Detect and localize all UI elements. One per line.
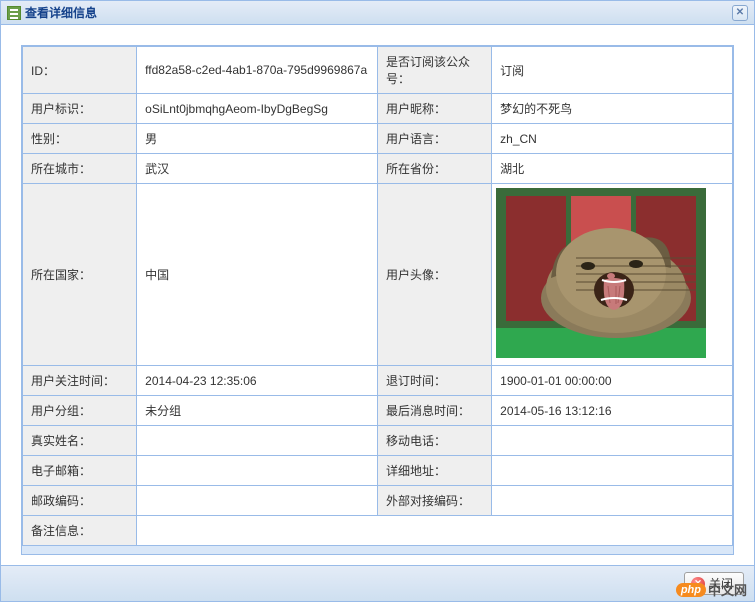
table-row: 性别： 男 用户语言： zh_CN: [23, 124, 733, 154]
value-external-code: [492, 486, 733, 516]
value-unsubscribe-time: 1900-01-01 00:00:00: [492, 366, 733, 396]
dialog-window: 查看详细信息 ✕ ID： ffd82a58-c2ed-4ab1-870a-795…: [0, 0, 755, 602]
detail-table: ID： ffd82a58-c2ed-4ab1-870a-795d9969867a…: [22, 46, 733, 546]
titlebar: 查看详细信息 ✕: [1, 1, 754, 25]
footer: ✕ 关闭: [1, 565, 754, 601]
label-address: 详细地址：: [377, 456, 491, 486]
table-row: 用户分组： 未分组 最后消息时间： 2014-05-16 13:12:16: [23, 396, 733, 426]
label-nickname: 用户昵称：: [377, 94, 491, 124]
label-email: 电子邮箱：: [23, 456, 137, 486]
avatar-image: [496, 188, 706, 358]
value-group: 未分组: [137, 396, 378, 426]
value-email: [137, 456, 378, 486]
watermark-badge: php: [676, 583, 706, 597]
value-mobile: [492, 426, 733, 456]
detail-panel: ID： ffd82a58-c2ed-4ab1-870a-795d9969867a…: [21, 45, 734, 555]
value-address: [492, 456, 733, 486]
label-openid: 用户标识：: [23, 94, 137, 124]
watermark-text: 中文网: [708, 580, 747, 599]
label-city: 所在城市：: [23, 154, 137, 184]
value-nickname: 梦幻的不死鸟: [492, 94, 733, 124]
label-avatar: 用户头像：: [377, 184, 491, 366]
value-subscribe-time: 2014-04-23 12:35:06: [137, 366, 378, 396]
label-gender: 性别：: [23, 124, 137, 154]
table-row: 真实姓名： 移动电话：: [23, 426, 733, 456]
label-mobile: 移动电话：: [377, 426, 491, 456]
label-external-code: 外部对接编码：: [377, 486, 491, 516]
value-avatar: [492, 184, 733, 366]
label-id: ID：: [23, 47, 137, 94]
table-row: 用户标识： oSiLnt0jbmqhgAeom-IbyDgBegSg 用户昵称：…: [23, 94, 733, 124]
label-last-msg-time: 最后消息时间：: [377, 396, 491, 426]
label-country: 所在国家：: [23, 184, 137, 366]
table-row: 备注信息：: [23, 516, 733, 546]
table-row: 电子邮箱： 详细地址：: [23, 456, 733, 486]
label-subscribe-time: 用户关注时间：: [23, 366, 137, 396]
value-language: zh_CN: [492, 124, 733, 154]
table-row: 邮政编码： 外部对接编码：: [23, 486, 733, 516]
label-province: 所在省份：: [377, 154, 491, 184]
content-area: ID： ffd82a58-c2ed-4ab1-870a-795d9969867a…: [1, 25, 754, 565]
table-row: 用户关注时间： 2014-04-23 12:35:06 退订时间： 1900-0…: [23, 366, 733, 396]
value-real-name: [137, 426, 378, 456]
label-remark: 备注信息：: [23, 516, 137, 546]
value-openid: oSiLnt0jbmqhgAeom-IbyDgBegSg: [137, 94, 378, 124]
value-city: 武汉: [137, 154, 378, 184]
label-unsubscribe-time: 退订时间：: [377, 366, 491, 396]
label-real-name: 真实姓名：: [23, 426, 137, 456]
label-group: 用户分组：: [23, 396, 137, 426]
detail-icon: [7, 6, 21, 20]
titlebar-left: 查看详细信息: [7, 4, 97, 21]
table-row: 所在城市： 武汉 所在省份： 湖北: [23, 154, 733, 184]
label-language: 用户语言：: [377, 124, 491, 154]
value-remark: [137, 516, 733, 546]
window-title: 查看详细信息: [25, 4, 97, 21]
table-row: 所在国家： 中国 用户头像：: [23, 184, 733, 366]
label-postcode: 邮政编码：: [23, 486, 137, 516]
value-last-msg-time: 2014-05-16 13:12:16: [492, 396, 733, 426]
value-postcode: [137, 486, 378, 516]
value-province: 湖北: [492, 154, 733, 184]
value-country: 中国: [137, 184, 378, 366]
value-id: ffd82a58-c2ed-4ab1-870a-795d9969867a: [137, 47, 378, 94]
value-gender: 男: [137, 124, 378, 154]
label-subscribed: 是否订阅该公众号：: [377, 47, 491, 94]
close-icon[interactable]: ✕: [732, 5, 748, 21]
watermark: php 中文网: [676, 580, 747, 599]
table-row: ID： ffd82a58-c2ed-4ab1-870a-795d9969867a…: [23, 47, 733, 94]
value-subscribed: 订阅: [492, 47, 733, 94]
